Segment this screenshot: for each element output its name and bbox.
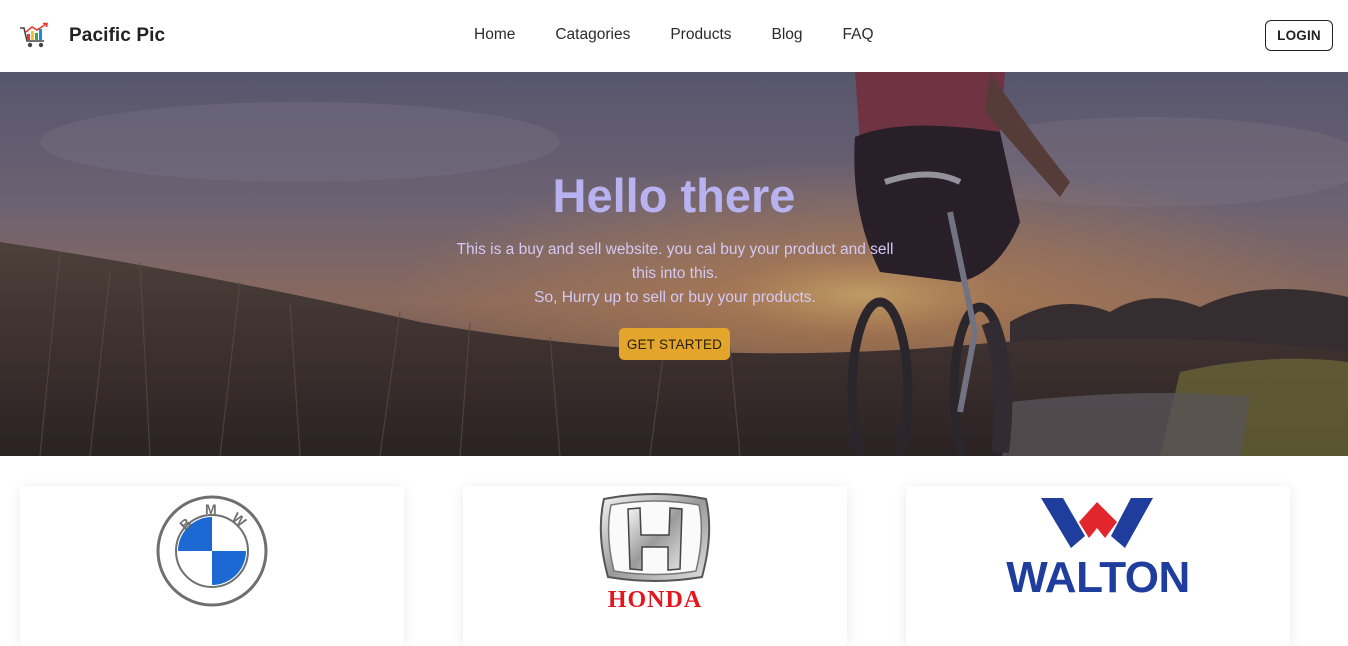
hero-banner: Hello there This is a buy and sell websi…	[0, 72, 1348, 456]
brand-cards: B M W HONDA WALTON	[0, 456, 1348, 646]
svg-text:M: M	[205, 501, 217, 517]
hero-description-line2: So, Hurry up to sell or buy your product…	[534, 289, 816, 306]
brand-card-bmw[interactable]: B M W	[20, 486, 404, 646]
nav-link-categories[interactable]: Catagories	[555, 26, 630, 44]
hero-description-line1: This is a buy and sell website. you cal …	[456, 241, 894, 282]
brand-card-walton[interactable]: WALTON	[906, 486, 1290, 646]
honda-logo: HONDA	[599, 493, 711, 611]
hero-title: Hello there	[552, 169, 796, 222]
nav-link-faq[interactable]: FAQ	[843, 26, 874, 44]
nav-link-blog[interactable]: Blog	[772, 26, 803, 44]
walton-logo-text: WALTON	[1006, 553, 1190, 598]
nav-link-home[interactable]: Home	[474, 26, 515, 44]
main-nav: Home Catagories Products Blog FAQ	[474, 26, 874, 44]
brand-name: Pacific Pic	[69, 25, 166, 46]
shopping-cart-chart-icon	[20, 22, 48, 48]
get-started-button[interactable]: GET STARTED	[619, 328, 730, 360]
hero-content: Hello there This is a buy and sell websi…	[0, 72, 1348, 456]
login-button[interactable]: LOGIN	[1265, 20, 1333, 51]
hero-description: This is a buy and sell website. you cal …	[449, 238, 901, 310]
nav-link-products[interactable]: Products	[670, 26, 731, 44]
bmw-logo: B M W	[156, 495, 268, 607]
honda-logo-text: HONDA	[608, 587, 702, 611]
brand-link[interactable]: Pacific Pic	[19, 22, 165, 50]
brand-card-honda[interactable]: HONDA	[463, 486, 847, 646]
walton-logo: WALTON	[1006, 498, 1190, 598]
navbar: Pacific Pic Home Catagories Products Blo…	[0, 0, 1348, 72]
